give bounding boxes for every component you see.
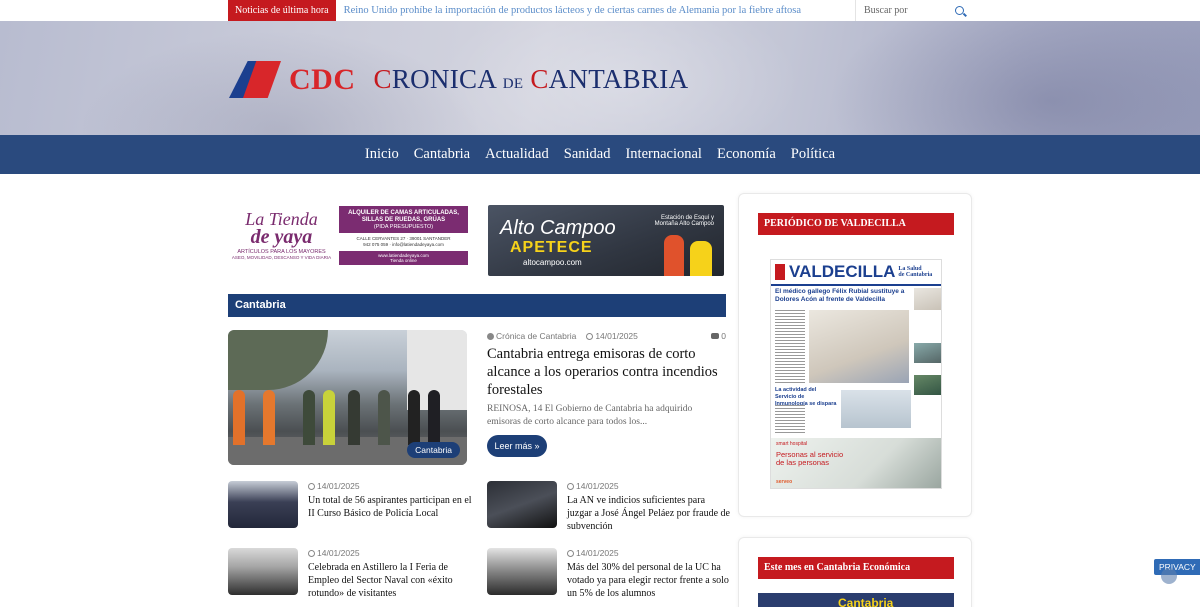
featured-comments[interactable]: 0 (711, 331, 726, 341)
nav-item-internacional[interactable]: Internacional (625, 146, 702, 163)
site-logo[interactable]: CDC CRONICA DE CANTABRIA (229, 61, 688, 98)
clock-icon (308, 550, 315, 557)
logo-cdc-text: CDC (289, 62, 356, 96)
read-more-button[interactable]: Leer más » (487, 435, 547, 457)
logo-site-name: CRONICA DE CANTABRIA (373, 64, 689, 94)
search-box[interactable]: Buscar por (855, 0, 972, 21)
section-title-cantabria[interactable]: Cantabria (228, 294, 726, 317)
skier-image (664, 235, 684, 276)
site-header: CDC CRONICA DE CANTABRIA (0, 21, 1200, 135)
article-thumbnail[interactable] (487, 548, 557, 595)
clock-icon (567, 483, 574, 490)
ad-tienda-de-yaya[interactable]: La Tienda de yaya ARTÍCULOS PARA LOS MAY… (228, 205, 468, 265)
paper-photo (914, 288, 941, 310)
nav-item-economia[interactable]: Economía (717, 146, 776, 163)
ad-tienda-sub2: ASEO, MOVILIDAD, DESCANSO Y VIDA DIARIA (231, 255, 332, 260)
paper-headline: El médico gallego Félix Rubial sustituye… (775, 288, 905, 303)
clock-icon (308, 483, 315, 490)
valdecilla-newspaper-cover[interactable]: VALDECILLA La Salud de Cantabria El médic… (770, 259, 942, 489)
sidebar-economia-tag: Este mes en Cantabria Económica (758, 557, 954, 579)
article-thumbnail[interactable] (228, 548, 298, 595)
user-icon (487, 333, 494, 340)
article-date: 14/01/2025 (567, 481, 619, 491)
breaking-news-label: Noticias de última hora (228, 0, 336, 21)
paper-masthead: VALDECILLA La Salud de Cantabria (771, 260, 941, 286)
sidebar-valdecilla-tag: PERIÓDICO DE VALDECILLA (758, 213, 954, 235)
ad-tienda-right: ALQUILER DE CAMAS ARTICULADAS, SILLAS DE… (339, 206, 468, 265)
featured-date: 14/01/2025 (586, 331, 638, 341)
sidebar-economia-widget: Este mes en Cantabria Económica Cantabri… (738, 537, 972, 607)
featured-article-excerpt: REINOSA, 14 El Gobierno de Cantabria ha … (487, 404, 693, 427)
breaking-news-ticker-link[interactable]: Reino Unido prohíbe la importación de pr… (336, 5, 855, 16)
list-item[interactable]: 14/01/2025 Más del 30% del personal de l… (487, 548, 729, 603)
paper-subtitle: La Salud de Cantabria (898, 266, 933, 278)
clock-icon (567, 550, 574, 557)
featured-article-image[interactable]: Cantabria (228, 330, 467, 465)
article-title[interactable]: Celebrada en Astillero la I Feria de Emp… (308, 561, 473, 600)
featured-meta: Crónica de Cantabria 14/01/2025 0 (487, 331, 726, 341)
article-date: 14/01/2025 (308, 548, 360, 558)
article-thumbnail[interactable] (228, 481, 298, 528)
article-title[interactable]: Más del 30% del personal de la UC ha vot… (567, 561, 732, 600)
list-item[interactable]: 14/01/2025 La AN ve indicios suficientes… (487, 481, 730, 536)
search-input[interactable]: Buscar por (864, 5, 908, 16)
article-title[interactable]: La AN ve indicios suficientes para juzga… (567, 494, 732, 533)
logo-mark-icon (229, 61, 281, 98)
article-thumbnail[interactable] (487, 481, 557, 528)
privacy-circle-icon[interactable] (1161, 568, 1177, 584)
ad-alto-campoo-title: Alto Campoo (500, 217, 616, 239)
ad-alto-campoo[interactable]: Alto Campoo APETECE altocampoo.com Estac… (488, 205, 724, 276)
search-icon[interactable] (955, 6, 964, 15)
ad-tienda-contact-block: CALLE CERVANTES 27 · 39001 SANTANDER 942… (339, 233, 468, 251)
ad-tienda-left: La Tienda de yaya ARTÍCULOS PARA LOS MAY… (228, 205, 335, 265)
paper-photo (914, 375, 941, 395)
clock-icon (586, 333, 594, 340)
nav-item-sanidad[interactable]: Sanidad (564, 146, 611, 163)
article-title[interactable]: Un total de 56 aspirantes participan en … (308, 494, 473, 520)
featured-category-badge[interactable]: Cantabria (407, 442, 460, 458)
ad-alto-campoo-brand: Estación de Esquí y Montaña Alto Campoo (654, 215, 714, 227)
article-date: 14/01/2025 (567, 548, 619, 558)
sidebar-valdecilla-widget: PERIÓDICO DE VALDECILLA VALDECILLA La Sa… (738, 193, 972, 517)
paper-photo (914, 343, 941, 363)
list-item[interactable]: 14/01/2025 Celebrada en Astillero la I F… (228, 548, 468, 603)
nav-item-actualidad[interactable]: Actualidad (485, 146, 549, 163)
skier-image-2 (690, 241, 712, 276)
ad-tienda-web-note: Tienda online (390, 258, 417, 263)
article-date: 14/01/2025 (308, 481, 360, 491)
ad-tienda-heading: ALQUILER DE CAMAS ARTICULADAS, SILLAS DE… (348, 210, 459, 223)
nav-item-inicio[interactable]: Inicio (365, 146, 399, 163)
main-nav: Inicio Cantabria Actualidad Sanidad Inte… (0, 135, 1200, 174)
featured-article-title[interactable]: Cantabria entrega emisoras de corto alca… (487, 345, 732, 399)
paper-photo (809, 310, 909, 383)
paper-name: VALDECILLA (789, 262, 896, 281)
nav-item-politica[interactable]: Política (791, 146, 835, 163)
top-bar: Noticias de última hora Reino Unido proh… (0, 0, 1200, 21)
nav-item-cantabria[interactable]: Cantabria (414, 146, 470, 163)
comment-icon (711, 333, 720, 339)
featured-author[interactable]: Crónica de Cantabria (487, 331, 576, 341)
top-bar-inner: Noticias de última hora Reino Unido proh… (228, 0, 972, 21)
ad-alto-campoo-slogan: APETECE (510, 239, 593, 256)
list-item[interactable]: 14/01/2025 Un total de 56 aspirantes par… (228, 481, 472, 536)
paper-ad-serveo: smart hospital Personas al servicio de l… (771, 438, 941, 488)
ad-alto-campoo-url: altocampoo.com (523, 258, 582, 267)
ad-tienda-note: (PIDA PRESUPUESTO) (373, 224, 434, 230)
ad-tienda-title-2: de yaya (250, 226, 313, 248)
cantabria-economica-banner[interactable]: Cantabria (758, 593, 954, 607)
paper-photo (841, 390, 911, 428)
